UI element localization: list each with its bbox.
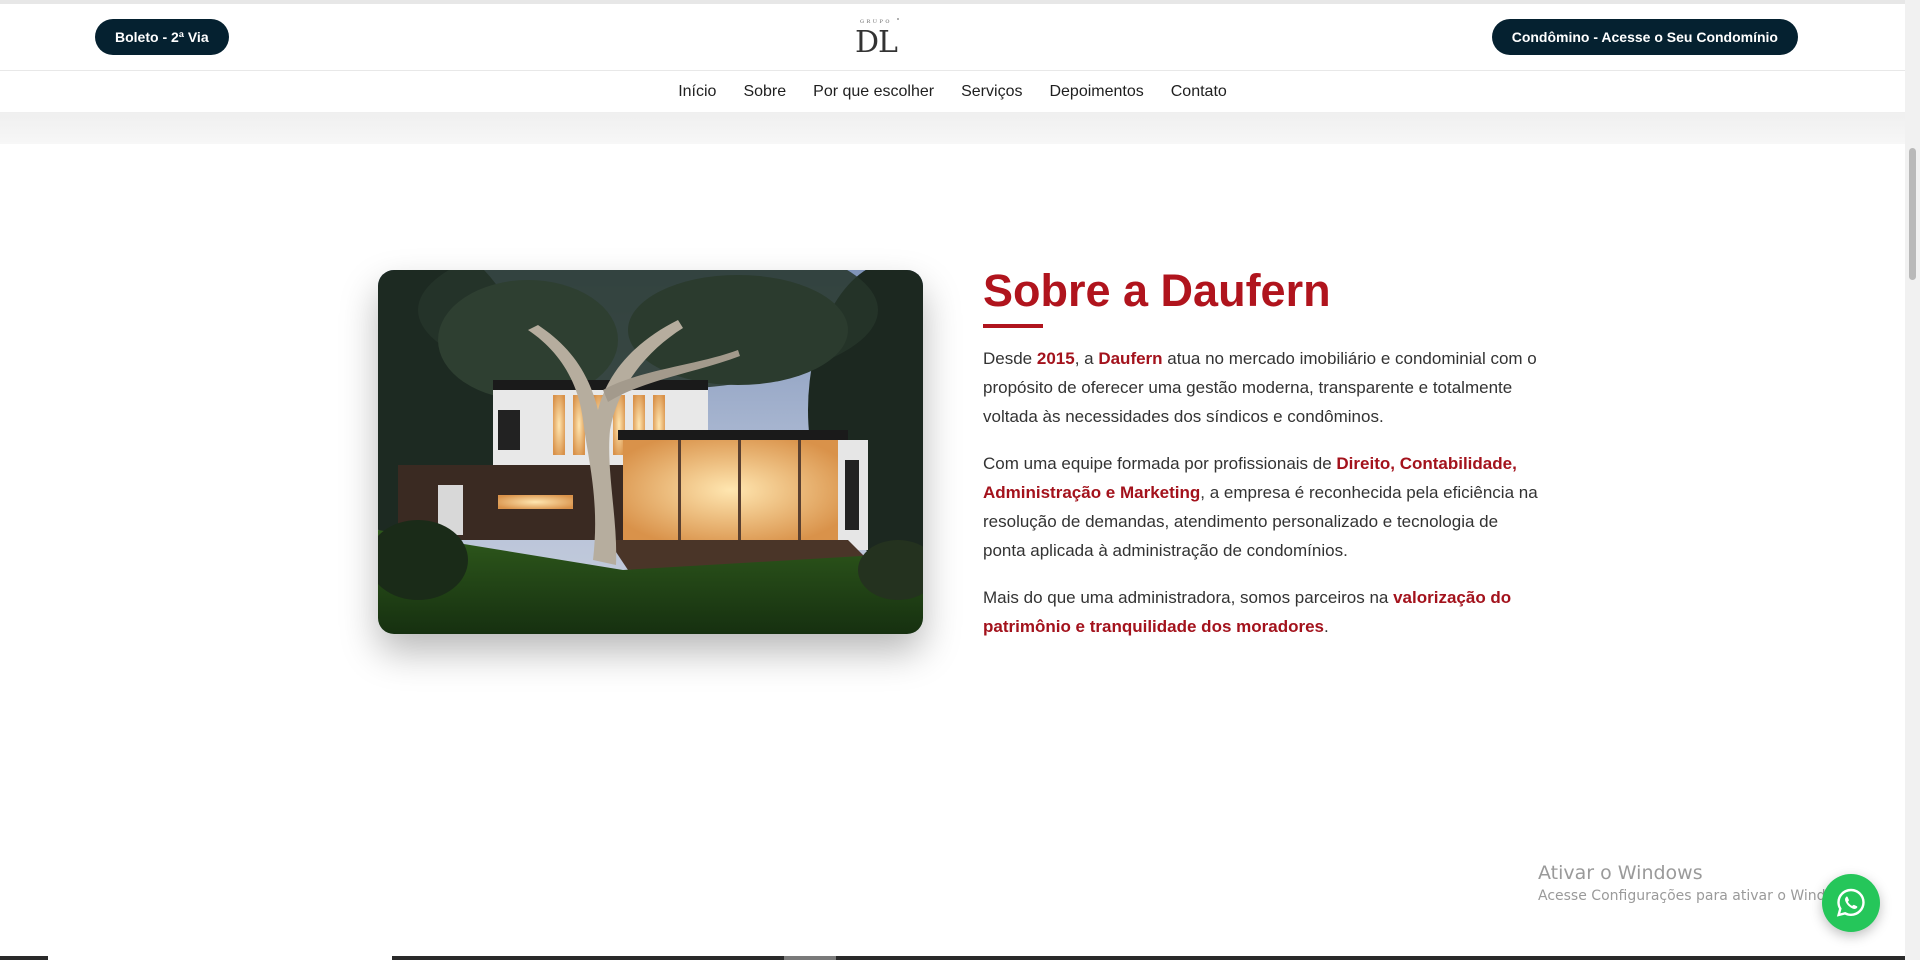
text-fragment: , a: [1074, 349, 1099, 368]
main-nav: Início Sobre Por que escolher Serviços D…: [0, 70, 1905, 112]
nav-item-sobre[interactable]: Sobre: [743, 83, 786, 101]
whatsapp-icon: [1836, 888, 1865, 917]
logo[interactable]: GRUPO DL: [848, 16, 904, 60]
nav-item-por-que-escolher[interactable]: Por que escolher: [813, 83, 934, 101]
year-highlight: 2015: [1036, 349, 1075, 368]
title-underline: [983, 324, 1043, 328]
bottom-strip: [0, 956, 1905, 960]
about-section: Sobre a Daufern Desde 2015, a Daufern at…: [983, 264, 1543, 659]
scrollbar-thumb[interactable]: [1909, 148, 1916, 280]
bottom-strip-segment: [48, 956, 392, 960]
logo-text: DL: [855, 25, 898, 58]
about-paragraph-3: Mais do que uma administradora, somos pa…: [983, 583, 1543, 641]
header-shadow-band: [0, 112, 1905, 144]
nav-item-inicio[interactable]: Início: [678, 83, 716, 101]
condomino-access-button[interactable]: Condômino - Acesse o Seu Condomínio: [1491, 19, 1798, 55]
about-paragraph-2: Com uma equipe formada por profissionais…: [983, 449, 1543, 565]
bottom-strip-segment: [784, 956, 836, 960]
logo-icon: GRUPO DL: [855, 18, 899, 60]
text-fragment: Mais do que uma administradora, somos pa…: [983, 588, 1394, 607]
about-title: Sobre a Daufern: [983, 265, 1331, 316]
company-highlight: Daufern: [1098, 349, 1163, 368]
vertical-scrollbar[interactable]: [1905, 0, 1920, 960]
page: Boleto - 2ª Via GRUPO DL Condômino - Ace…: [0, 0, 1920, 960]
nav-item-contato[interactable]: Contato: [1171, 83, 1227, 101]
text-fragment: Desde: [983, 349, 1037, 368]
text-fragment: .: [1324, 617, 1329, 636]
top-header: Boleto - 2ª Via GRUPO DL Condômino - Ace…: [0, 0, 1905, 70]
whatsapp-button[interactable]: [1822, 874, 1880, 932]
nav-item-servicos[interactable]: Serviços: [961, 83, 1022, 101]
house-photo: [378, 270, 923, 634]
text-fragment: Com uma equipe formada por profissionais…: [983, 454, 1337, 473]
boleto-button[interactable]: Boleto - 2ª Via: [95, 19, 229, 55]
about-paragraph-1: Desde 2015, a Daufern atua no mercado im…: [983, 344, 1543, 431]
windows-watermark-subtitle: Acesse Configurações para ativar o Windo…: [1538, 888, 1858, 904]
nav-item-depoimentos[interactable]: Depoimentos: [1049, 83, 1143, 101]
windows-watermark-title: Ativar o Windows: [1538, 862, 1703, 884]
